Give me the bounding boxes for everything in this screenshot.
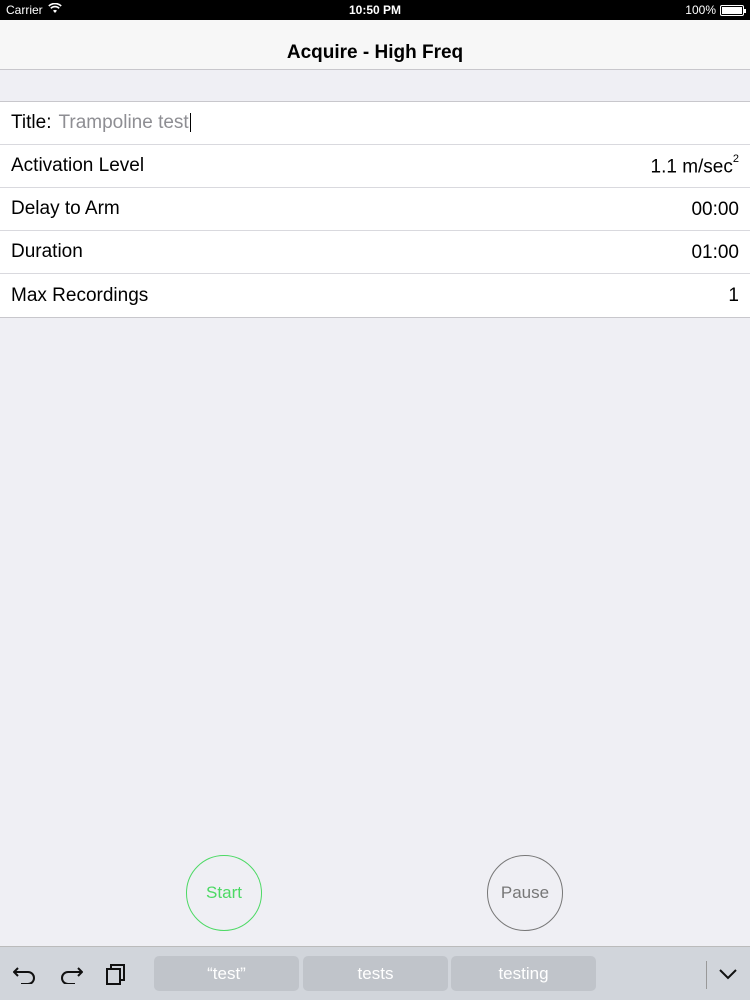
title-row[interactable]: Title: Trampoline test — [0, 102, 750, 145]
status-bar: Carrier 10:50 PM 100% — [0, 0, 750, 20]
suggestion-2[interactable]: tests — [303, 956, 448, 991]
suggestion-2-label: tests — [357, 963, 394, 983]
max-recordings-value: 1 — [728, 285, 739, 306]
battery-icon — [720, 4, 746, 16]
start-button-label: Start — [206, 883, 242, 902]
navigation-bar: Acquire - High Freq — [0, 20, 750, 70]
suggestion-1-label: “test” — [207, 963, 246, 983]
suggestion-3[interactable]: testing — [451, 956, 596, 991]
activation-level-superscript: 2 — [732, 153, 739, 165]
status-right: 100% — [685, 3, 746, 17]
title-input-value: Trampoline test — [58, 112, 189, 133]
duration-row[interactable]: Duration 01:00 — [0, 231, 750, 274]
suggestion-1[interactable]: “test” — [154, 956, 299, 991]
pause-button-label: Pause — [500, 883, 550, 902]
duration-value: 01:00 — [691, 242, 739, 263]
activation-level-row[interactable]: Activation Level 1.1 m/sec2 — [0, 145, 750, 188]
page-title: Acquire - High Freq — [286, 42, 464, 63]
title-input[interactable]: Trampoline test — [58, 112, 191, 134]
delay-to-arm-label: Delay to Arm — [11, 198, 120, 219]
chevron-down-icon[interactable] — [715, 961, 741, 987]
pause-button[interactable]: Pause — [487, 855, 563, 931]
duration-label: Duration — [11, 241, 83, 262]
keyboard-shortcut-bar: “test” tests testing — [0, 946, 750, 1000]
status-time: 10:50 PM — [348, 3, 402, 17]
divider — [706, 961, 707, 989]
paste-icon[interactable] — [103, 961, 129, 987]
battery-percent: 100% — [685, 3, 716, 17]
activation-level-value: 1.1 m/sec2 — [650, 153, 740, 178]
settings-form: Title: Trampoline test Activation Level … — [0, 101, 750, 318]
start-button[interactable]: Start — [186, 855, 262, 931]
suggestion-3-label: testing — [498, 963, 549, 983]
title-label: Title: — [11, 112, 52, 133]
activation-level-label: Activation Level — [11, 155, 145, 176]
activation-level-number: 1.1 m/sec — [650, 156, 733, 178]
redo-icon[interactable] — [58, 961, 84, 987]
max-recordings-label: Max Recordings — [11, 284, 149, 306]
text-cursor — [189, 113, 191, 133]
delay-to-arm-value: 00:00 — [691, 199, 739, 220]
delay-to-arm-row[interactable]: Delay to Arm 00:00 — [0, 188, 750, 231]
max-recordings-row[interactable]: Max Recordings 1 — [0, 274, 750, 317]
undo-icon[interactable] — [12, 961, 38, 987]
